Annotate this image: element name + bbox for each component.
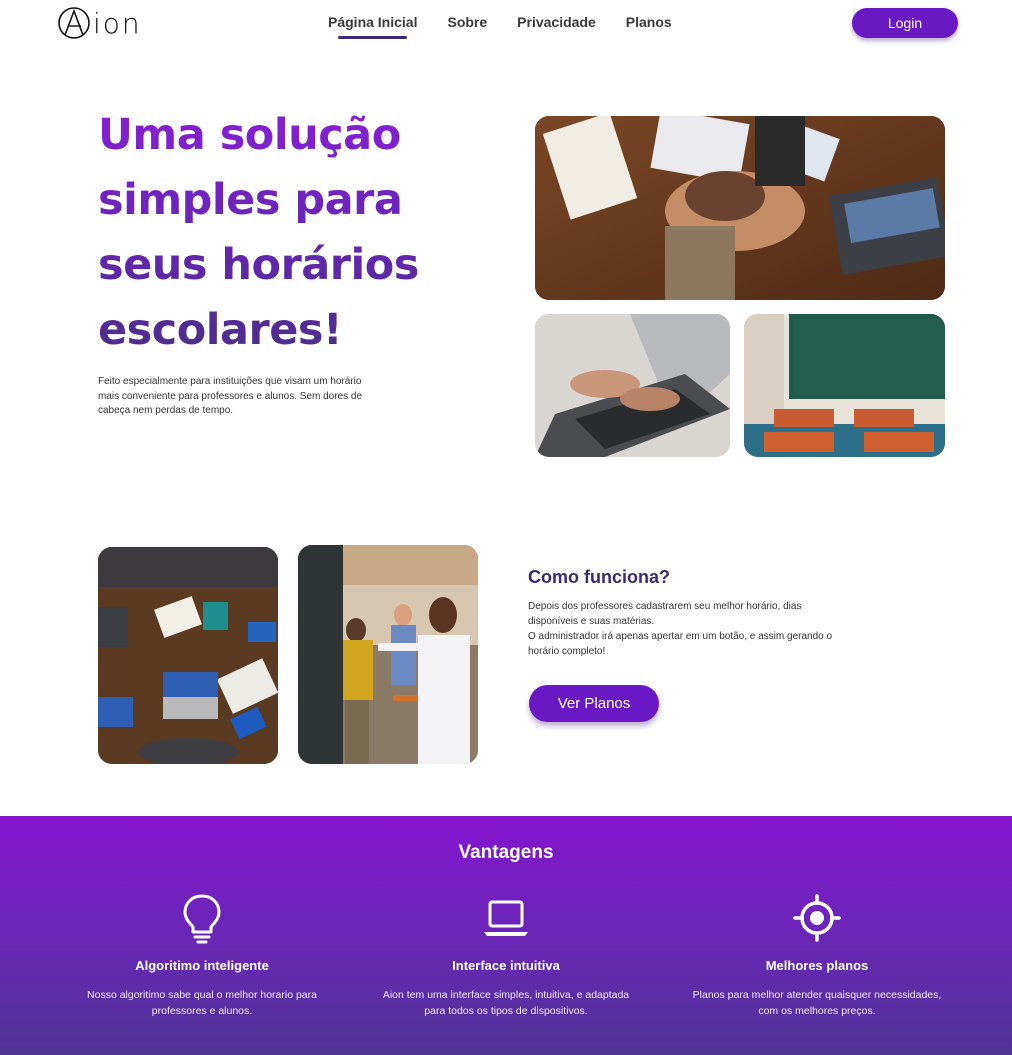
hero-title-line: escolares!: [98, 305, 343, 355]
teacher-whiteboard-photo: [298, 545, 478, 764]
how-it-works-text: O administrador irá apenas apertar em um…: [528, 631, 833, 657]
advantage-title: Melhores planos: [765, 958, 869, 973]
classroom-photo: [744, 314, 945, 457]
view-plans-button[interactable]: Ver Planos: [529, 685, 659, 722]
hero-description: Feito especialmente para instituições qu…: [98, 376, 363, 416]
advantage-card: Melhores planos Planos para melhor atend…: [677, 892, 957, 1019]
nav-item-home[interactable]: Página Inicial: [328, 14, 417, 39]
target-icon: [793, 894, 841, 942]
how-it-works-title: Como funciona?: [528, 567, 670, 587]
logo[interactable]: ion: [57, 5, 142, 41]
advantage-title: Algoritimo inteligente: [135, 958, 269, 973]
nav-item-privacy[interactable]: Privacidade: [517, 14, 596, 30]
brand-name: ion: [93, 6, 142, 40]
advantage-title: Interface intuitiva: [452, 958, 560, 973]
hero-title: Uma solução simples para seus horários e…: [98, 103, 458, 363]
login-button[interactable]: Login: [852, 8, 958, 38]
students-desk-photo: [98, 547, 278, 764]
hero-title-line: simples para: [98, 175, 403, 225]
site-header: ion Página Inicial Sobre Privacidade Pla…: [0, 0, 1012, 50]
advantage-text: Planos para melhor atender quaisquer nec…: [692, 989, 942, 1017]
advantage-text: Aion tem uma interface simples, intuitiv…: [382, 989, 630, 1017]
logo-mark-icon: [58, 7, 90, 39]
laptop-icon: [484, 900, 528, 936]
advantages-section: Vantagens Algoritimo inteligente Nosso a…: [0, 816, 1012, 1055]
nav-item-plans[interactable]: Planos: [626, 14, 672, 30]
hero-title-line: seus horários: [98, 240, 419, 290]
lightbulb-icon: [183, 894, 221, 944]
advantage-card: Algoritimo inteligente Nosso algoritimo …: [62, 892, 342, 1019]
advantage-text: Nosso algoritimo sabe qual o melhor hora…: [87, 989, 317, 1017]
typing-laptop-photo: [535, 314, 730, 457]
nav-item-about[interactable]: Sobre: [447, 14, 487, 30]
main-nav: Página Inicial Sobre Privacidade Planos: [328, 14, 672, 39]
advantage-card: Interface intuitiva Aion tem uma interfa…: [366, 892, 646, 1019]
hero-title-line: Uma solução: [98, 110, 401, 160]
how-it-works-text: Depois dos professores cadastrarem seu m…: [528, 601, 802, 627]
advantages-title: Vantagens: [458, 842, 554, 863]
how-it-works-description: Depois dos professores cadastrarem seu m…: [528, 599, 838, 659]
team-hands-photo: [535, 116, 945, 300]
